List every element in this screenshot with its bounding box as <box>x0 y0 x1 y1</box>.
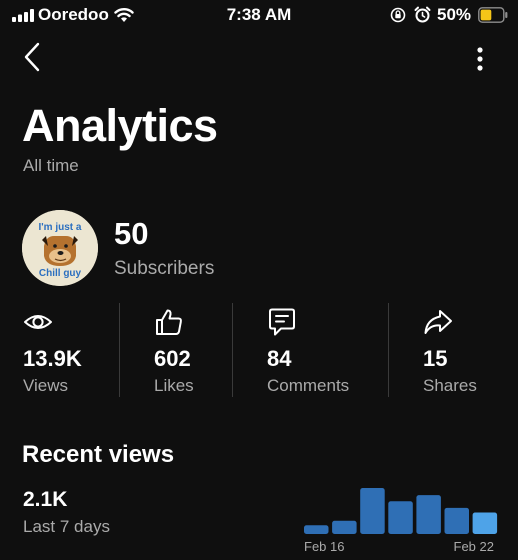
stat-label: Comments <box>267 376 350 395</box>
chart-bar-feb-16 <box>304 525 329 534</box>
stat-label: Likes <box>154 376 194 395</box>
recent-views-value: 2.1K <box>23 488 68 511</box>
battery-percent: 50% <box>437 5 472 24</box>
thumbs-up-icon <box>156 309 182 335</box>
subscriber-count: 50 <box>114 216 149 251</box>
stat-views[interactable]: 13.9K Views <box>23 305 113 400</box>
recent-views-period: Last 7 days <box>23 517 110 536</box>
stat-comments[interactable]: 84 Comments <box>267 305 377 400</box>
avatar: I'm just a Chill guy <box>22 210 98 286</box>
stat-value: 15 <box>423 346 448 371</box>
stat-shares[interactable]: 15 Shares <box>423 305 503 400</box>
eye-icon <box>24 315 52 329</box>
orientation-lock-icon <box>390 7 406 23</box>
stat-divider <box>119 303 120 397</box>
chevron-left-icon <box>24 42 40 72</box>
stat-value: 13.9K <box>23 346 82 371</box>
more-vertical-icon <box>477 47 483 71</box>
recent-views-chart[interactable]: Feb 16 Feb 22 <box>300 478 500 560</box>
stat-label: Shares <box>423 376 477 395</box>
more-options-button[interactable] <box>468 42 492 74</box>
back-button[interactable] <box>18 40 48 74</box>
chart-bar-feb-22 <box>472 512 498 534</box>
alarm-clock-icon <box>414 6 431 23</box>
stat-label: Views <box>23 376 69 395</box>
comment-icon <box>269 308 295 336</box>
subscriber-label: Subscribers <box>114 258 215 279</box>
share-icon <box>424 310 452 334</box>
stat-divider <box>388 303 389 397</box>
chart-bar-feb-21 <box>444 507 469 534</box>
page-title: Analytics <box>22 100 218 151</box>
chart-bar-feb-20 <box>416 495 441 534</box>
battery-icon <box>478 7 508 23</box>
chart-tick-start: Feb 16 <box>304 539 344 554</box>
chart-tick-end: Feb 22 <box>454 539 494 554</box>
chart-bar-feb-19 <box>388 501 413 534</box>
avatar-caption-bottom: Chill guy <box>39 268 82 279</box>
period-label: All time <box>23 156 79 175</box>
stat-value: 602 <box>154 346 191 371</box>
stat-value: 84 <box>267 346 292 371</box>
recent-views-title: Recent views <box>22 441 175 468</box>
status-bar: Ooredoo 7:38 AM 50% <box>0 0 518 30</box>
avatar-caption-top: I'm just a <box>39 222 82 233</box>
chart-bar-feb-18 <box>360 488 385 534</box>
stat-likes[interactable]: 602 Likes <box>154 305 226 400</box>
stat-divider <box>232 303 233 397</box>
chart-bar-feb-17 <box>332 520 357 534</box>
